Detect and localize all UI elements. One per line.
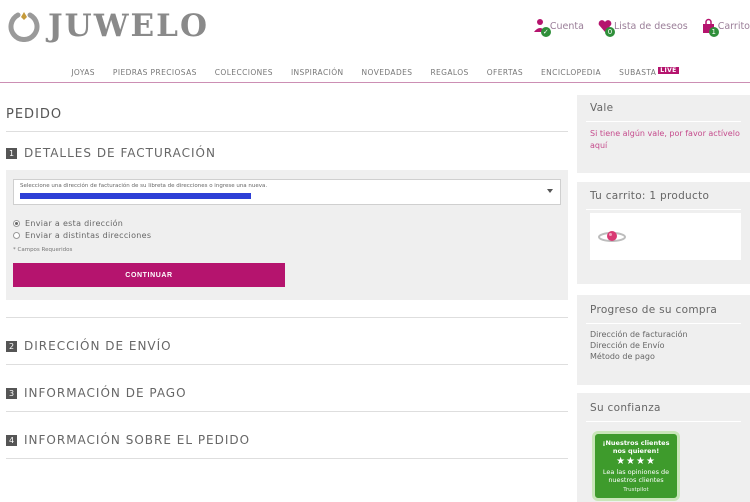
divider xyxy=(586,421,741,422)
star-rating-icon: ★★★★ xyxy=(616,456,656,467)
nav-item-colecciones[interactable]: COLECCIONES xyxy=(215,68,273,77)
progress-panel: Progreso de su compra Dirección de factu… xyxy=(577,295,750,385)
voucher-title: Vale xyxy=(590,102,614,114)
user-icon: ✓ xyxy=(533,18,551,37)
account-label: Cuenta xyxy=(549,20,584,32)
badge-line: ¡Nuestros clientes xyxy=(602,439,670,447)
trust-panel: Su confianza ¡Nuestros clientes nos quie… xyxy=(577,393,750,502)
badge-line: nuestros clientes xyxy=(608,476,664,484)
step-number: 2 xyxy=(6,340,17,352)
ring-product-image xyxy=(598,231,626,242)
voucher-panel: Vale Si tiene algún vale, por favor actí… xyxy=(577,95,750,173)
radio-ship-other[interactable]: Enviar a distintas direcciones xyxy=(13,231,151,240)
logo-ring-icon xyxy=(8,12,40,42)
check-badge-icon: ✓ xyxy=(540,27,551,37)
cart-panel: Tu carrito: 1 producto xyxy=(577,182,750,284)
shopping-bag-icon: 1 xyxy=(701,18,719,37)
cart-title: Tu carrito: 1 producto xyxy=(590,190,710,202)
nav-item-enciclopedia[interactable]: ENCICLOPEDIA xyxy=(541,68,601,77)
divider xyxy=(586,323,741,324)
selected-address-value xyxy=(20,193,251,199)
radio-button-checked[interactable] xyxy=(13,220,20,227)
continue-button[interactable]: CONTINUAR xyxy=(13,263,285,287)
divider xyxy=(586,121,741,122)
live-badge: LIVE xyxy=(658,67,679,74)
divider xyxy=(6,317,568,318)
juwelo-logo[interactable]: JUWELO xyxy=(8,6,209,46)
cart-count-badge: 1 xyxy=(708,27,719,37)
logo-text: JUWELO xyxy=(48,8,209,44)
divider xyxy=(6,131,568,132)
select-label: Seleccione una dirección de facturación … xyxy=(20,183,268,189)
divider xyxy=(586,209,741,210)
step-number: 3 xyxy=(6,387,17,399)
trust-title: Su confianza xyxy=(590,402,661,414)
cart-item[interactable] xyxy=(590,213,741,260)
voucher-activate-link[interactable]: Si tiene algún vale, por favor actívelo … xyxy=(590,128,740,152)
radio-label: Enviar a esta dirección xyxy=(25,219,124,228)
nav-item-novedades[interactable]: NOVEDADES xyxy=(362,68,413,77)
nav-divider xyxy=(0,82,750,83)
step-number: 1 xyxy=(6,147,17,159)
step-payment-header[interactable]: 3 INFORMACIÓN DE PAGO xyxy=(6,386,187,400)
radio-ship-same[interactable]: Enviar a esta dirección xyxy=(13,219,123,228)
step-order-info-header[interactable]: 4 INFORMACIÓN SOBRE EL PEDIDO xyxy=(6,433,250,447)
nav-item-joyas[interactable]: JOYAS xyxy=(71,68,95,77)
radio-label: Enviar a distintas direcciones xyxy=(25,231,152,240)
progress-item: Dirección de Envío xyxy=(590,341,665,350)
header-user-links: ✓ Cuenta 0 Lista de deseos 1 Carrito xyxy=(520,18,750,37)
progress-item: Método de pago xyxy=(590,352,655,361)
required-fields-note: * Campos Requeridos xyxy=(13,247,73,253)
wishlist-count-badge: 0 xyxy=(604,27,615,37)
step-label: DIRECCIÓN DE ENVÍO xyxy=(24,339,172,353)
wishlist-link[interactable]: 0 Lista de deseos xyxy=(597,18,688,37)
progress-list: Dirección de facturación Dirección de En… xyxy=(590,329,688,362)
radio-button[interactable] xyxy=(13,232,20,239)
divider xyxy=(6,411,568,412)
account-link[interactable]: ✓ Cuenta xyxy=(533,18,584,37)
page-title: PEDIDO xyxy=(6,107,63,122)
heart-icon: 0 xyxy=(597,18,615,37)
nav-item-inspiracion[interactable]: INSPIRACIÓN xyxy=(291,68,344,77)
step-shipping-header[interactable]: 2 DIRECCIÓN DE ENVÍO xyxy=(6,339,172,353)
wishlist-label: Lista de deseos xyxy=(613,20,688,32)
billing-details-panel: Seleccione una dirección de facturación … xyxy=(6,170,568,300)
step-label: DETALLES DE FACTURACIÓN xyxy=(24,146,216,160)
progress-title: Progreso de su compra xyxy=(590,304,718,316)
step-billing-header[interactable]: 1 DETALLES DE FACTURACIÓN xyxy=(6,146,216,160)
nav-item-piedras-preciosas[interactable]: PIEDRAS PRECIOSAS xyxy=(113,68,197,77)
nav-subasta-label: SUBASTA xyxy=(619,68,657,77)
cart-label: Carrito xyxy=(717,20,750,32)
nav-item-regalos[interactable]: REGALOS xyxy=(430,68,468,77)
nav-item-ofertas[interactable]: OFERTAS xyxy=(487,68,523,77)
divider xyxy=(6,458,568,459)
billing-address-select[interactable]: Seleccione una dirección de facturación … xyxy=(13,179,561,205)
trustpilot-badge[interactable]: ¡Nuestros clientes nos quieren! ★★★★ Lea… xyxy=(592,431,680,501)
chevron-down-icon xyxy=(547,189,553,193)
badge-line: nos quieren! xyxy=(612,447,660,455)
badge-line: Lea las opiniones de xyxy=(602,468,670,476)
progress-item: Dirección de facturación xyxy=(590,330,688,339)
step-label: INFORMACIÓN SOBRE EL PEDIDO xyxy=(24,433,251,447)
cart-link[interactable]: 1 Carrito xyxy=(701,18,750,37)
step-label: INFORMACIÓN DE PAGO xyxy=(24,386,187,400)
main-nav: JOYAS PIEDRAS PRECIOSAS COLECCIONES INSP… xyxy=(0,62,750,82)
divider xyxy=(6,364,568,365)
step-number: 4 xyxy=(6,434,17,446)
trustpilot-logo: Trustpilot xyxy=(623,487,649,493)
nav-item-subasta[interactable]: SUBASTA LIVE xyxy=(619,67,679,77)
